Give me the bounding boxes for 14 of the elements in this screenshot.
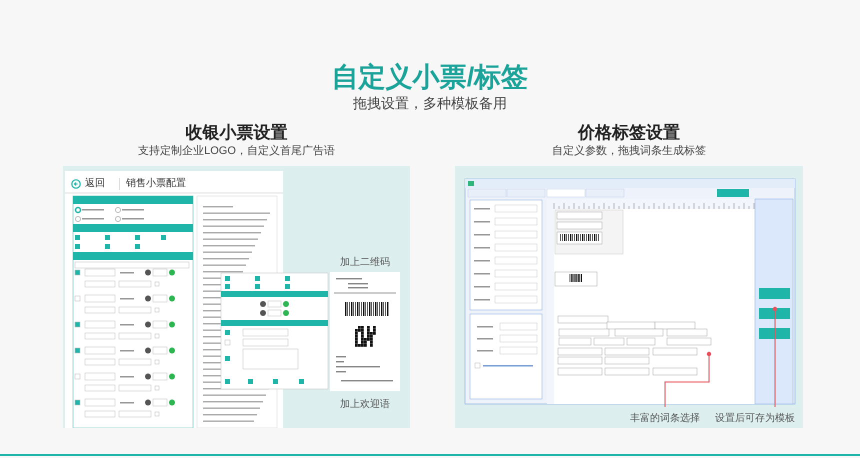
callout-label: 加上二维码: [340, 257, 390, 269]
callout-label: 丰富的词条选择: [630, 413, 700, 425]
section-subtitle: 自定义参数，拖拽词条生成标签: [552, 144, 706, 158]
callout-label: 设置后可存为模板: [715, 413, 795, 425]
screen-title: 销售小票配置: [119, 178, 186, 190]
back-link[interactable]: 返回: [85, 178, 105, 190]
page-title: 自定义小票/标签: [332, 61, 528, 94]
callout-label: 加上欢迎语: [340, 399, 390, 411]
page-subtitle: 拖拽设置，多种模板备用: [353, 94, 507, 112]
section-subtitle: 支持定制企业LOGO，自定义首尾广告语: [138, 144, 335, 158]
back-arrow-icon[interactable]: [71, 179, 81, 189]
leader-line: [664, 352, 712, 408]
section-title: 收银小票设置: [186, 122, 288, 144]
section-title: 价格标签设置: [578, 122, 680, 144]
